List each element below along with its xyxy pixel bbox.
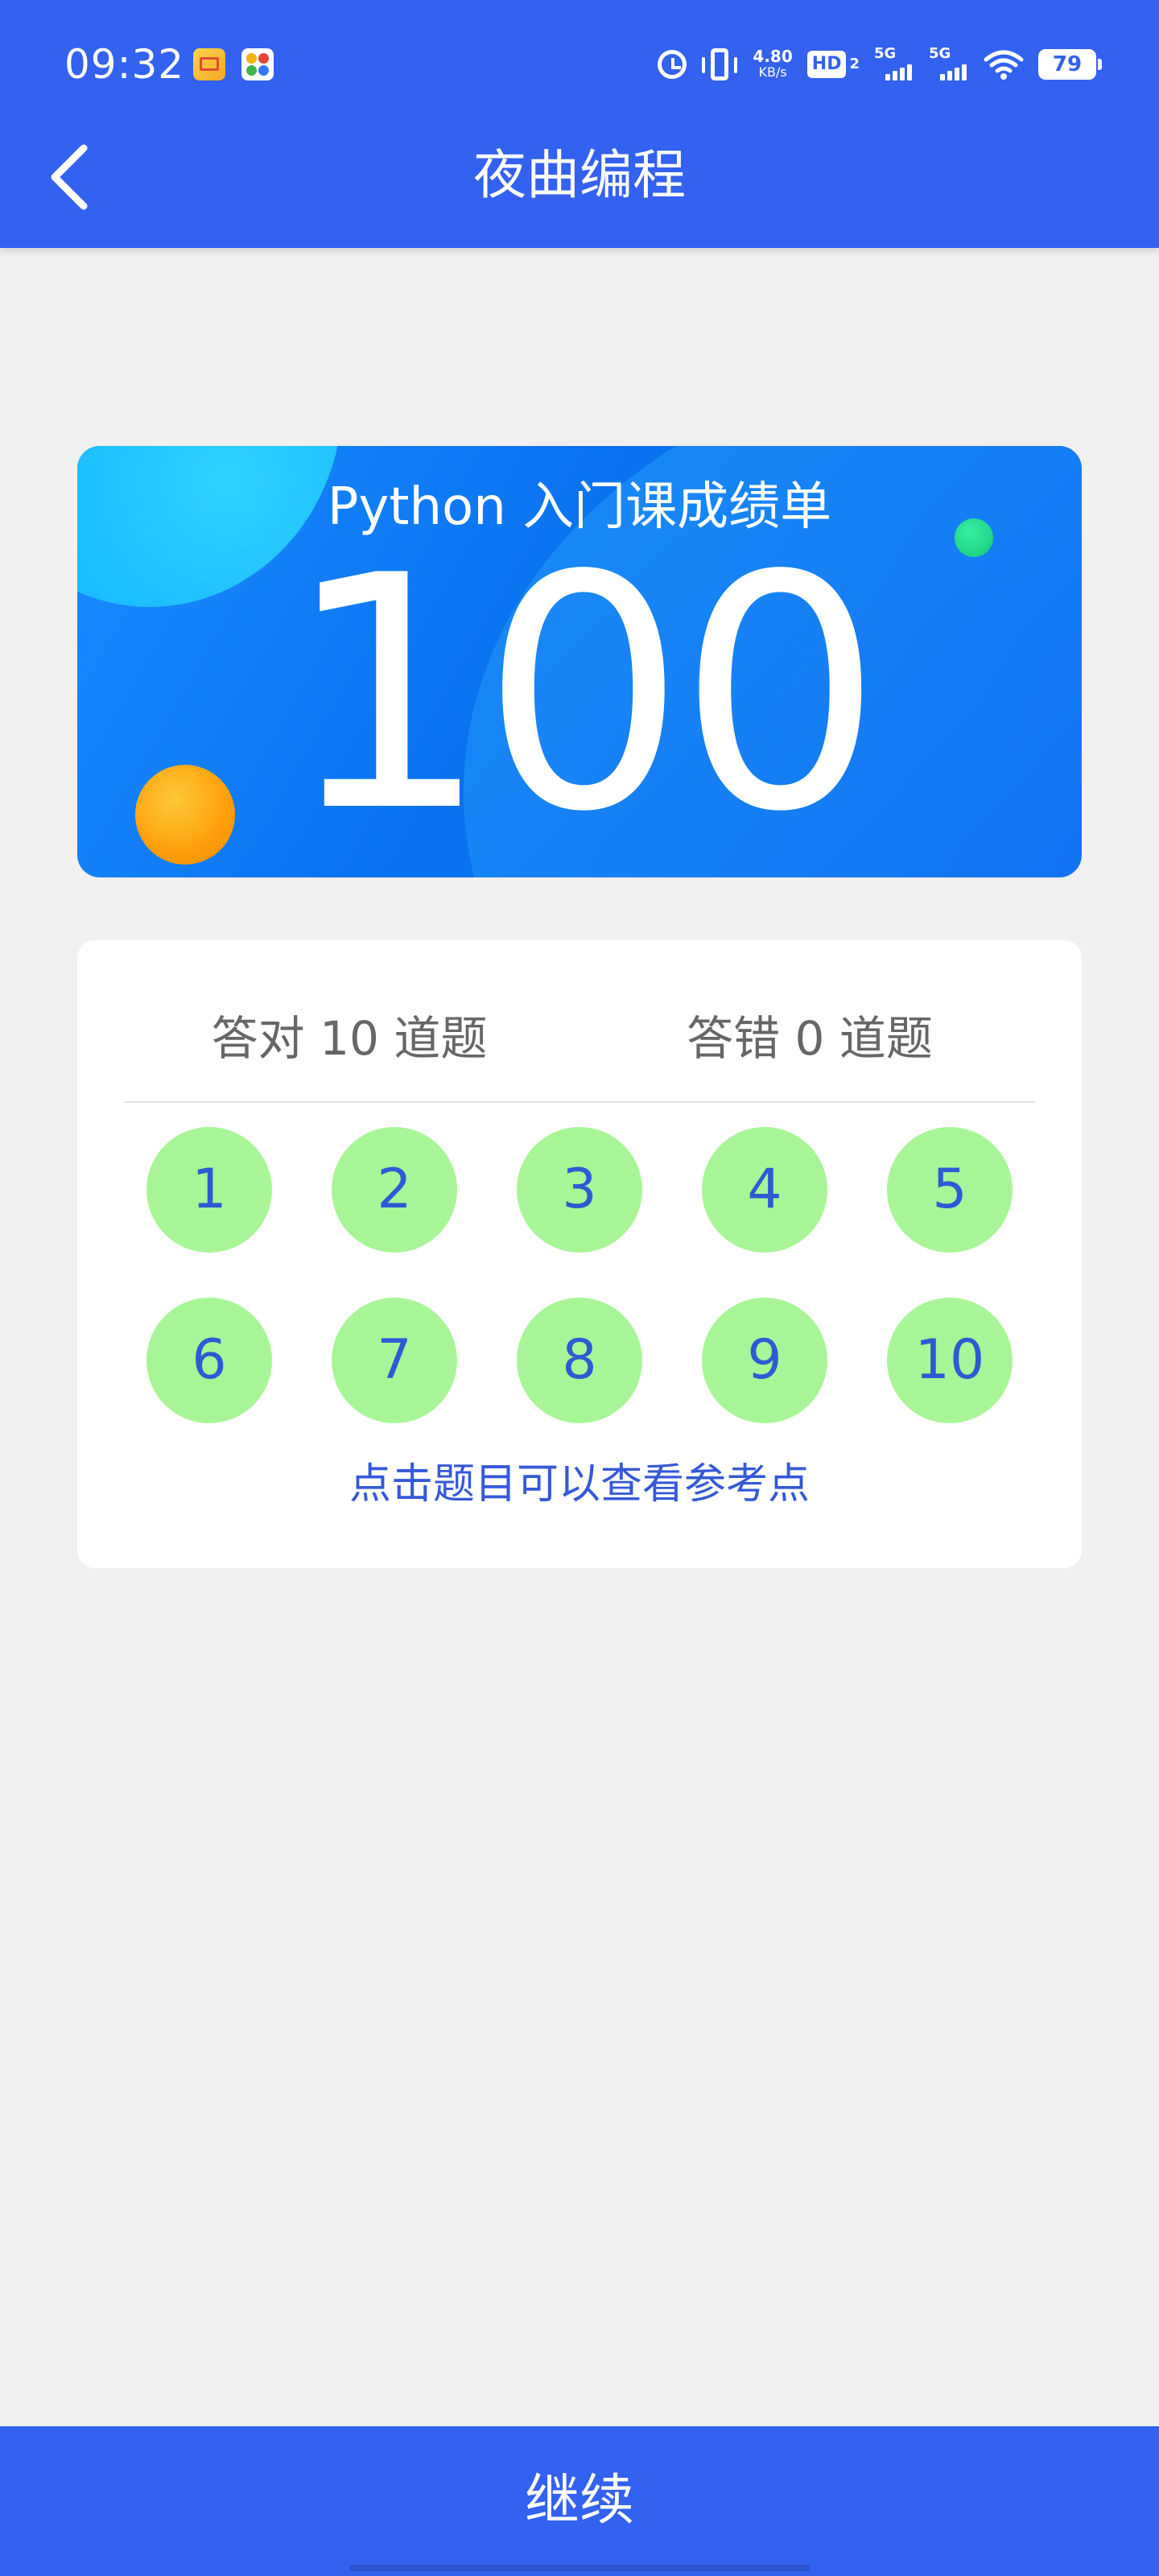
mail-notification-icon — [193, 48, 225, 80]
chevron-left-icon — [51, 144, 88, 210]
correct-count-label: 答对 10 道题 — [211, 1011, 488, 1066]
question-button-5[interactable]: 5 — [887, 1127, 1013, 1253]
wifi-icon — [984, 48, 1024, 80]
question-grid: 1 2 3 4 5 6 7 8 9 10 — [146, 1127, 1013, 1423]
app-header: 09:32 4.80 KB/s HD 2 5G 5G 79 夜曲编程 — [0, 0, 1159, 248]
question-button-10[interactable]: 10 — [887, 1298, 1013, 1423]
signal-icon-sim2: 5G — [929, 47, 969, 82]
hint-text: 点击题目可以查看参考点 — [349, 1460, 810, 1509]
question-button-1[interactable]: 1 — [146, 1127, 272, 1253]
status-bar: 09:32 4.80 KB/s HD 2 5G 5G 79 — [0, 0, 1159, 129]
status-icons: 4.80 KB/s HD 2 5G 5G 79 — [658, 43, 1102, 85]
back-button[interactable] — [35, 129, 124, 225]
sim2-network-label: 5G — [929, 45, 951, 62]
network-speed-unit: KB/s — [758, 64, 787, 80]
question-button-4[interactable]: 4 — [702, 1127, 827, 1253]
network-speed-value: 4.80 — [753, 47, 793, 66]
status-time: 09:32 — [64, 41, 185, 88]
alarm-icon — [658, 50, 687, 79]
continue-button[interactable]: 继续 — [0, 2426, 1159, 2576]
home-indicator[interactable] — [349, 2565, 810, 2571]
battery-icon: 79 — [1038, 49, 1102, 80]
app-notification-icon — [241, 48, 274, 80]
result-card: 答对 10 道题 答错 0 道题 1 2 3 4 5 6 7 8 9 10 点击… — [77, 940, 1082, 1568]
question-button-2[interactable]: 2 — [332, 1127, 457, 1253]
vibrate-icon — [702, 48, 738, 80]
question-button-7[interactable]: 7 — [332, 1298, 457, 1423]
score-value: 100 — [284, 508, 882, 877]
question-button-8[interactable]: 8 — [517, 1298, 642, 1423]
page-title: 夜曲编程 — [473, 144, 686, 206]
question-button-3[interactable]: 3 — [517, 1127, 642, 1253]
question-button-6[interactable]: 6 — [146, 1298, 272, 1423]
network-speed: 4.80 KB/s — [753, 48, 792, 80]
sim1-network-label: 5G — [874, 45, 897, 62]
divider — [124, 1101, 1035, 1103]
hd-badge: HD — [806, 51, 847, 78]
signal-icon-sim1: 5G — [874, 47, 914, 82]
wrong-count-label: 答错 0 道题 — [687, 1011, 933, 1066]
question-button-9[interactable]: 9 — [702, 1298, 827, 1423]
hd-sub-label: 2 — [849, 56, 860, 72]
score-card: Python 入门课成绩单 100 — [77, 446, 1082, 877]
